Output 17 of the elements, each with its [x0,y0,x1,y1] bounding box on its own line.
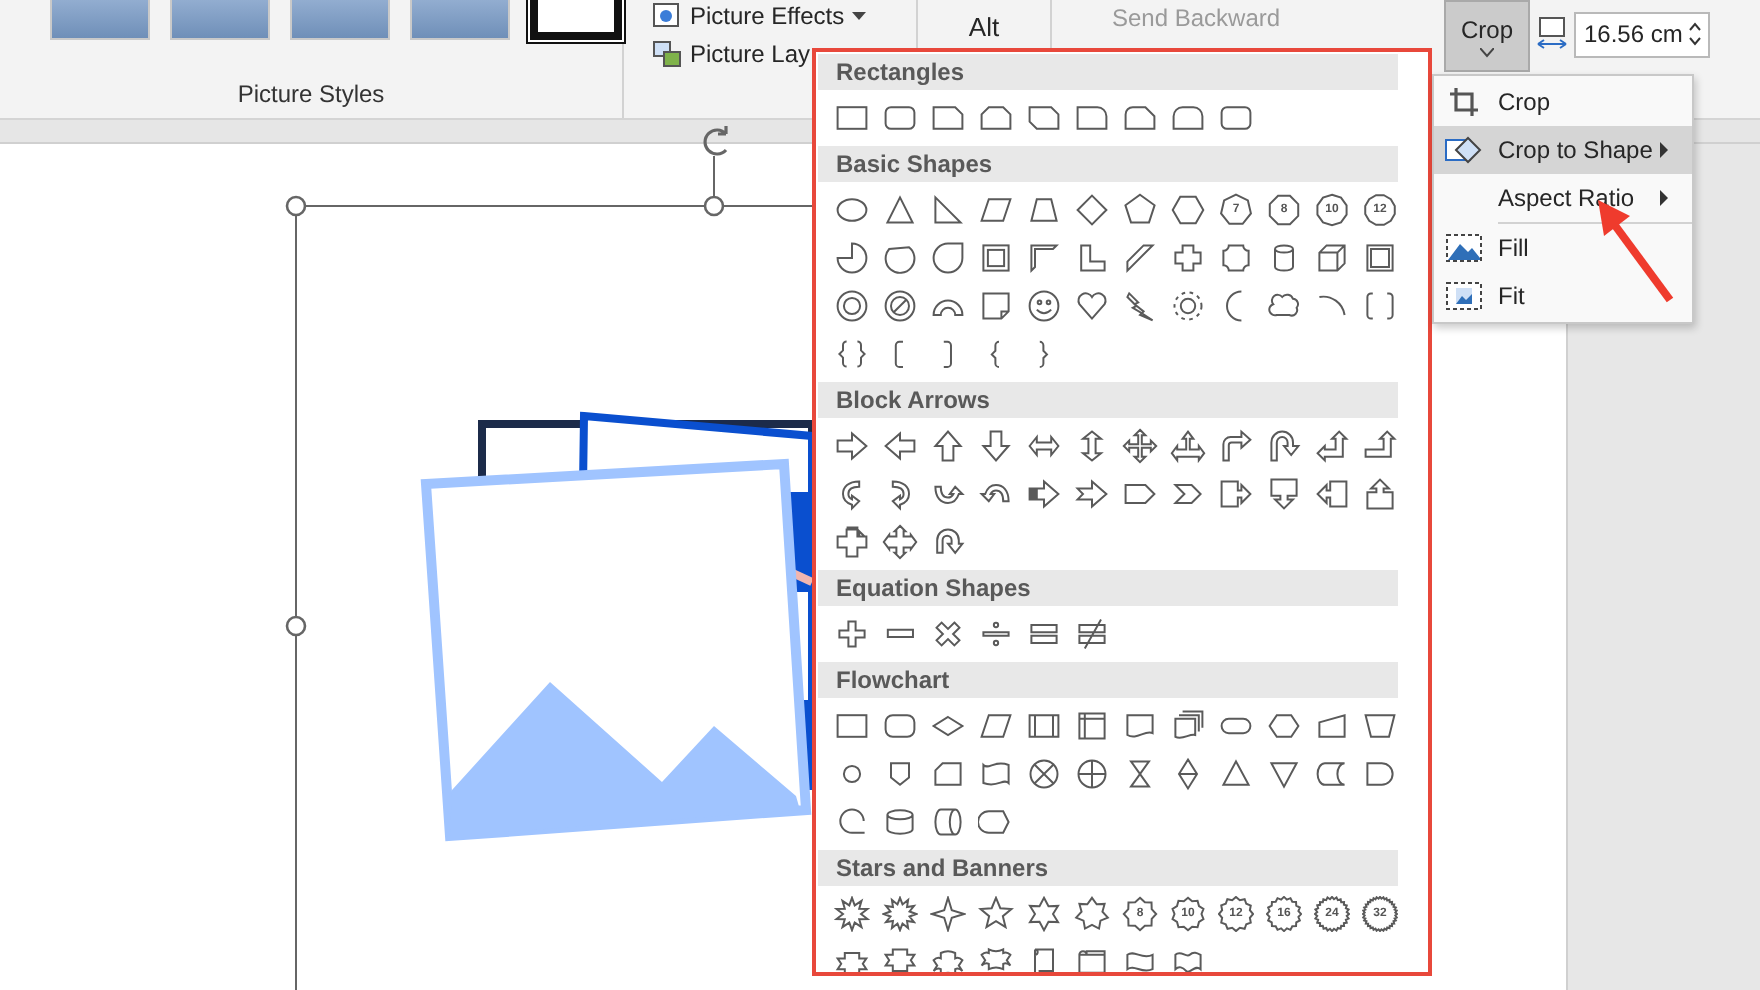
group-label: Picture Styles [237,80,385,108]
alt-text-button[interactable]: Alt [968,12,1000,42]
width-field[interactable]: 16.56 cm [1574,11,1710,57]
section-header: Stars and Banners [818,850,1398,886]
crop-button[interactable]: Crop [1444,0,1530,72]
section-header: Basic Shapes [818,146,1398,182]
section-header: Block Arrows [818,382,1398,418]
menu-item[interactable]: Fit [1434,272,1692,320]
menu-item[interactable]: Crop to Shape [1434,126,1692,174]
picture-layout-label[interactable]: Picture Lay [690,40,811,68]
menu-item[interactable]: Fill [1434,224,1692,272]
section-header: Rectangles [818,54,1398,90]
picture-effects-label[interactable]: Picture Effects [690,2,845,30]
section-header: Flowchart [818,662,1398,698]
menu-item[interactable]: Aspect Ratio [1434,174,1692,222]
section-header: Equation Shapes [818,570,1398,606]
menu-item[interactable]: Crop [1434,78,1692,126]
